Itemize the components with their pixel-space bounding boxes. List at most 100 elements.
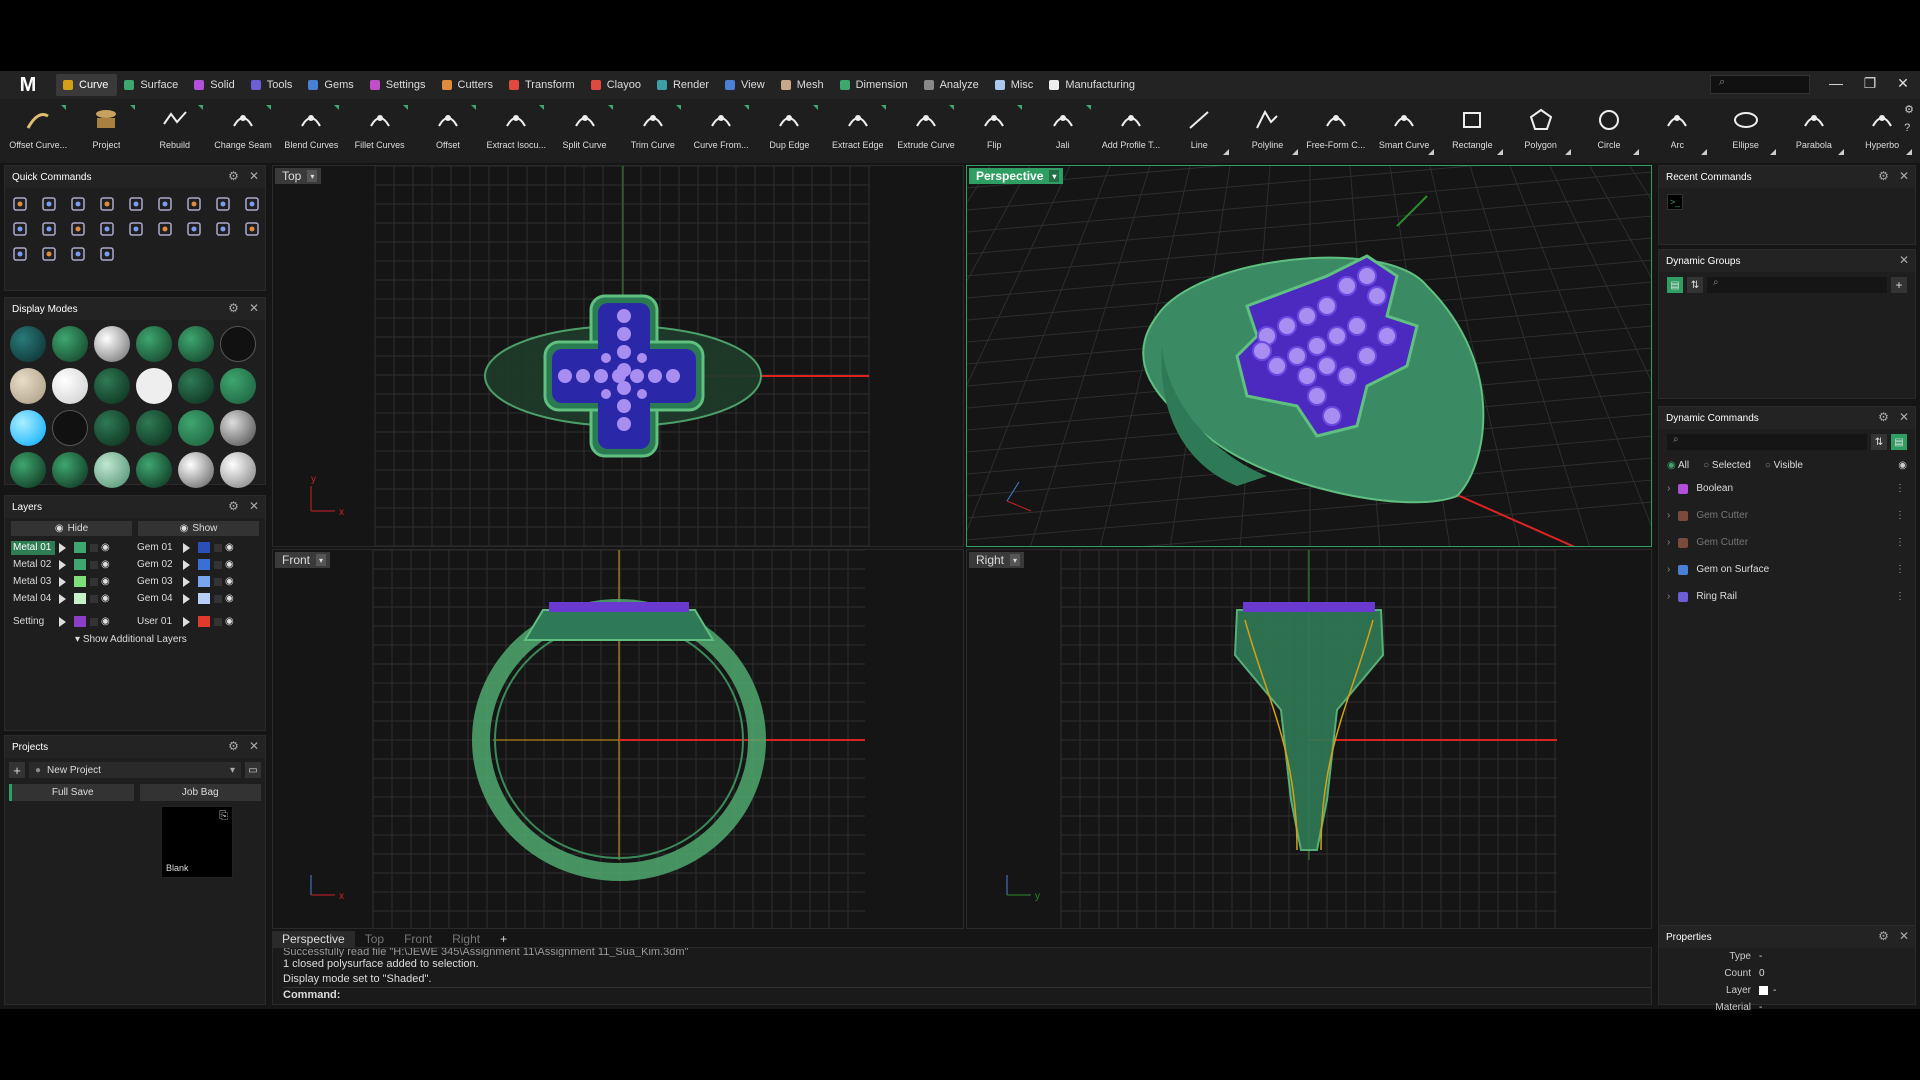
quick-command-icon[interactable] [38,218,60,240]
dynamic-command-item[interactable]: › Boolean ⋮ [1659,475,1915,502]
quick-command-icon[interactable] [38,193,60,215]
tool-smart-curve[interactable]: Smart Curve [1370,99,1438,161]
settings-icon[interactable]: ⚙ [1878,929,1889,943]
tool-extract-edge[interactable]: Extract Edge [824,99,892,161]
more-icon[interactable]: ⋮ [1895,510,1905,521]
display-mode-swatch[interactable] [52,368,88,404]
tool-offset-curve[interactable]: Offset Curve... [4,99,72,161]
close-icon[interactable]: ✕ [249,739,259,753]
tool-polyline[interactable]: Polyline [1233,99,1301,161]
close-icon[interactable]: ✕ [1899,410,1909,424]
group-list-icon[interactable]: ▤ [1667,277,1683,293]
display-mode-swatch[interactable] [10,410,46,446]
layer-item[interactable]: Gem 01 ◉ [135,541,259,555]
lock-icon[interactable] [214,594,222,603]
lock-icon[interactable] [214,560,222,569]
quick-command-icon[interactable] [212,193,234,215]
close-icon[interactable]: ✕ [1899,253,1909,267]
tool-jali[interactable]: Jali [1028,99,1096,161]
tool-blend-curves[interactable]: Blend Curves [277,99,345,161]
search-input[interactable]: ⌕ [1710,75,1810,94]
tab-manufacturing[interactable]: Manufacturing [1042,74,1144,96]
tool-rebuild[interactable]: Rebuild [141,99,209,161]
quick-command-icon[interactable] [67,218,89,240]
tab-gems[interactable]: Gems [301,74,362,96]
close-icon[interactable]: ✕ [249,301,259,315]
tool-circle[interactable]: Circle [1575,99,1643,161]
command-input[interactable]: Command: [283,987,1651,1002]
list-view-icon[interactable]: ▤ [1891,434,1907,450]
eye-icon[interactable]: ◉ [101,542,110,553]
filter-all-radio[interactable]: ◉ All [1667,460,1689,471]
tool-fillet-curves[interactable]: Fillet Curves [345,99,413,161]
more-icon[interactable]: ⋮ [1895,591,1905,602]
tool-split-curve[interactable]: Split Curve [550,99,618,161]
tab-clayoo[interactable]: Clayoo [584,74,650,96]
quick-command-icon[interactable] [9,218,31,240]
eye-icon[interactable]: ◉ [101,616,110,627]
tab-solid[interactable]: Solid [187,74,243,96]
display-mode-swatch[interactable] [10,326,46,362]
display-mode-swatch[interactable] [178,368,214,404]
tab-analyze[interactable]: Analyze [917,74,988,96]
top-viewport[interactable]: Top ▾ y x [272,165,964,547]
tool-arc[interactable]: Arc [1643,99,1711,161]
tool-line[interactable]: Line [1165,99,1233,161]
quick-command-icon[interactable] [183,193,205,215]
quick-command-icon[interactable] [154,218,176,240]
layer-item[interactable]: Gem 04 ◉ [135,592,259,606]
eye-icon[interactable]: ◉ [225,559,234,570]
display-mode-swatch[interactable] [136,326,172,362]
eye-icon[interactable]: ◉ [101,576,110,587]
quick-command-icon[interactable] [125,193,147,215]
eye-icon[interactable]: ◉ [101,559,110,570]
tool-ellipse[interactable]: Ellipse [1711,99,1779,161]
tool-polygon[interactable]: Polygon [1507,99,1575,161]
layer-item[interactable]: Gem 03 ◉ [135,575,259,589]
display-mode-swatch[interactable] [220,410,256,446]
settings-icon[interactable]: ⚙ [228,739,239,753]
close-button[interactable]: ✕ [1893,75,1913,92]
quick-command-icon[interactable] [241,193,263,215]
layer-color-swatch[interactable] [74,616,86,627]
display-mode-swatch[interactable] [220,368,256,404]
eye-icon[interactable]: ◉ [225,576,234,587]
project-select[interactable]: ● New Project ▾ [29,762,241,778]
more-icon[interactable]: ⋮ [1895,564,1905,575]
help-icon[interactable]: ? [1904,122,1914,134]
project-thumbnail[interactable]: ⎘ Blank [161,806,233,878]
show-layers-button[interactable]: ◉ Show [138,521,259,536]
layer-item[interactable]: Gem 02 ◉ [135,558,259,572]
tab-curve[interactable]: Curve [56,74,118,96]
settings-icon[interactable]: ⚙ [1878,169,1889,183]
display-mode-swatch[interactable] [136,368,172,404]
settings-icon[interactable]: ⚙ [228,169,239,183]
settings-icon[interactable]: ⚙ [1878,410,1889,424]
quick-command-icon[interactable] [183,218,205,240]
layer-color-swatch[interactable] [198,616,210,627]
front-viewport-label[interactable]: Front ▾ [275,552,331,568]
tool-offset[interactable]: Offset [414,99,482,161]
quick-command-icon[interactable] [96,218,118,240]
tool-curve-from[interactable]: Curve From... [687,99,755,161]
top-viewport-label[interactable]: Top ▾ [275,168,322,184]
lock-icon[interactable] [214,543,222,552]
viewport-tab-top[interactable]: Top [355,931,394,947]
quick-command-icon[interactable] [125,218,147,240]
display-mode-swatch[interactable] [10,368,46,404]
layer-color-swatch[interactable] [198,559,210,570]
terminal-icon[interactable]: >_ [1667,194,1683,210]
layer-color-swatch[interactable] [74,593,86,604]
display-mode-swatch[interactable] [220,452,256,488]
tool-flip[interactable]: Flip [960,99,1028,161]
display-mode-swatch[interactable] [10,452,46,488]
layer-color-swatch[interactable] [198,593,210,604]
chevron-right-icon[interactable]: › [1667,591,1670,602]
dynamic-command-item[interactable]: › Gem on Surface ⋮ [1659,556,1915,583]
gear-icon[interactable]: ⚙ [1904,103,1914,116]
layer-color-swatch[interactable] [74,542,86,553]
hide-layers-button[interactable]: ◉ Hide [11,521,132,536]
quick-command-icon[interactable] [9,243,31,265]
display-mode-swatch[interactable] [52,326,88,362]
quick-command-icon[interactable] [96,243,118,265]
